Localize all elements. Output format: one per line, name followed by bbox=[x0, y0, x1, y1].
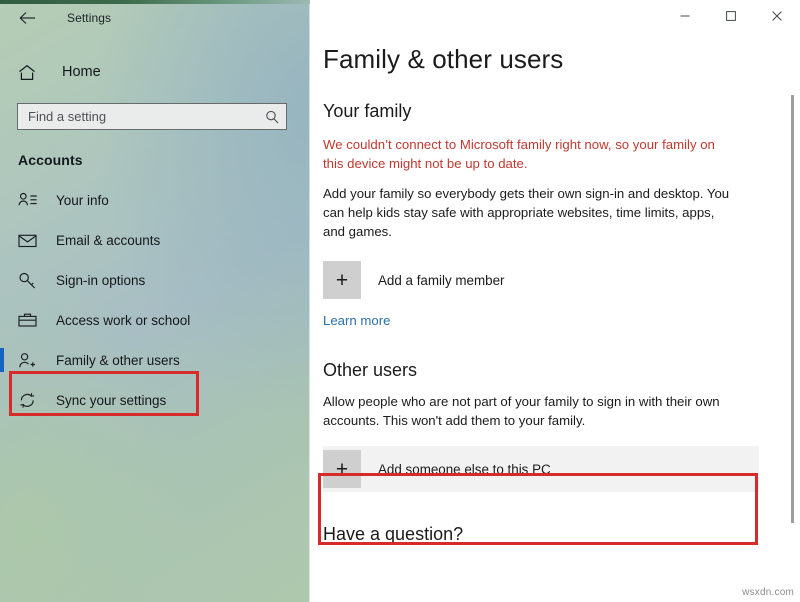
sidebar-titlebar: Settings bbox=[0, 0, 310, 36]
search-box[interactable] bbox=[17, 103, 287, 130]
plus-icon: + bbox=[323, 261, 361, 299]
your-family-heading: Your family bbox=[323, 101, 412, 121]
sidebar-item-access-work-school-label: Access work or school bbox=[56, 312, 191, 328]
have-a-question-heading: Have a question? bbox=[323, 524, 464, 544]
add-someone-else-label: Add someone else to this PC bbox=[378, 461, 551, 477]
window-controls bbox=[662, 0, 800, 32]
sidebar-item-your-info[interactable]: Your info bbox=[0, 180, 310, 220]
watermark: wsxdn.com bbox=[742, 587, 794, 598]
sidebar-item-your-info-label: Your info bbox=[56, 192, 109, 208]
sidebar-item-family-other-users-label: Family & other users bbox=[56, 352, 180, 368]
user-info-icon bbox=[18, 189, 42, 211]
selected-indicator bbox=[0, 348, 4, 372]
user-plus-icon bbox=[18, 349, 42, 371]
search-input[interactable] bbox=[28, 109, 265, 124]
sync-icon bbox=[18, 389, 42, 411]
home-icon bbox=[18, 61, 44, 83]
settings-window: Settings Home Accounts bbox=[0, 0, 800, 602]
sidebar-item-sync-your-settings[interactable]: Sync your settings bbox=[0, 380, 310, 420]
sidebar-nav-list: Your info Email & accounts Sign-in optio… bbox=[0, 180, 310, 420]
window-top-accent-strip bbox=[0, 0, 310, 4]
learn-more-link[interactable]: Learn more bbox=[323, 313, 390, 328]
sidebar-item-email-accounts-label: Email & accounts bbox=[56, 232, 161, 248]
sidebar-item-home-label: Home bbox=[62, 64, 101, 80]
search-icon[interactable] bbox=[265, 110, 279, 124]
sidebar-item-sign-in-options-label: Sign-in options bbox=[56, 272, 146, 288]
add-family-member-label: Add a family member bbox=[378, 272, 505, 288]
settings-page: Family & other users Your family We coul… bbox=[310, 0, 800, 545]
maximize-button[interactable] bbox=[708, 0, 754, 32]
family-connection-error-text: We couldn’t connect to Microsoft family … bbox=[323, 137, 715, 171]
vertical-scrollbar[interactable] bbox=[791, 95, 794, 523]
add-someone-else-button[interactable]: + Add someone else to this PC bbox=[323, 446, 759, 492]
back-arrow-icon[interactable] bbox=[12, 5, 42, 31]
minimize-button[interactable] bbox=[662, 0, 708, 32]
envelope-icon bbox=[18, 229, 42, 251]
app-title: Settings bbox=[67, 11, 112, 25]
other-users-heading: Other users bbox=[323, 360, 418, 380]
add-family-member-button[interactable]: + Add a family member bbox=[323, 257, 759, 303]
main-content: Family & other users Your family We coul… bbox=[310, 0, 800, 602]
sidebar-item-home[interactable]: Home bbox=[0, 58, 310, 86]
sidebar-item-family-other-users[interactable]: Family & other users bbox=[0, 340, 310, 380]
other-users-section: Other users Allow people who are not par… bbox=[323, 360, 800, 492]
sidebar: Settings Home Accounts bbox=[0, 0, 310, 602]
page-title: Family & other users bbox=[323, 44, 564, 74]
key-icon bbox=[18, 269, 42, 291]
plus-icon: + bbox=[323, 450, 361, 488]
sidebar-section-title: Accounts bbox=[18, 152, 83, 168]
your-family-description: Add your family so everybody gets their … bbox=[323, 186, 730, 239]
sidebar-item-email-accounts[interactable]: Email & accounts bbox=[0, 220, 310, 260]
sidebar-item-access-work-school[interactable]: Access work or school bbox=[0, 300, 310, 340]
sidebar-item-sign-in-options[interactable]: Sign-in options bbox=[0, 260, 310, 300]
other-users-description: Allow people who are not part of your fa… bbox=[323, 394, 720, 428]
briefcase-icon bbox=[18, 309, 42, 331]
sidebar-item-sync-your-settings-label: Sync your settings bbox=[56, 392, 167, 408]
close-button[interactable] bbox=[754, 0, 800, 32]
